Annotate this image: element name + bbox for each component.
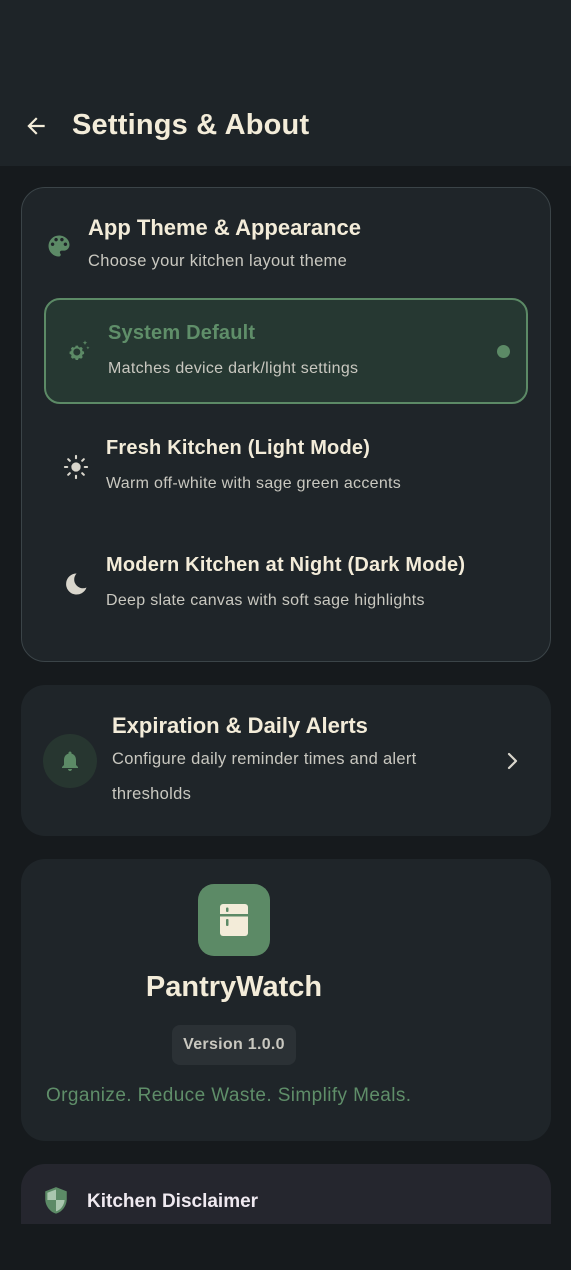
selected-indicator	[497, 345, 510, 358]
chevron-right-icon	[507, 752, 518, 770]
option-subtitle: Deep slate canvas with soft sage highlig…	[106, 592, 425, 609]
disclaimer-card[interactable]: Kitchen Disclaimer	[21, 1164, 551, 1224]
option-title: Modern Kitchen at Night (Dark Mode)	[106, 554, 466, 576]
bell-icon-container	[43, 734, 97, 788]
app-name: PantryWatch	[145, 971, 323, 1003]
alerts-section-subtitle-line2: thresholds	[112, 785, 192, 803]
fridge-icon	[220, 904, 248, 936]
alerts-section-subtitle-line1: Configure daily reminder times and alert	[112, 750, 417, 768]
alerts-section-title: Expiration & Daily Alerts	[112, 713, 368, 738]
settings-auto-icon	[69, 340, 90, 361]
palette-icon	[48, 235, 70, 257]
alerts-card[interactable]: Expiration & Daily Alerts Configure dail…	[21, 685, 551, 836]
option-title: Fresh Kitchen (Light Mode)	[106, 437, 371, 459]
theme-section-title: App Theme & Appearance	[88, 215, 362, 240]
about-card: PantryWatch Version 1.0.0 Organize. Redu…	[21, 859, 551, 1141]
app-tagline: Organize. Reduce Waste. Simplify Meals.	[46, 1085, 412, 1106]
status-bar-area	[0, 0, 571, 90]
moon-icon	[66, 573, 87, 595]
page-title: Settings & About	[72, 109, 310, 141]
option-subtitle: Warm off-white with sage green accents	[106, 475, 402, 492]
top-app-bar: Settings & About	[0, 90, 571, 166]
theme-option-dark-mode[interactable]: Modern Kitchen at Night (Dark Mode) Deep…	[44, 532, 528, 638]
option-title: System Default	[108, 322, 256, 344]
shield-icon	[45, 1187, 67, 1214]
theme-option-light-mode[interactable]: Fresh Kitchen (Light Mode) Warm off-whit…	[44, 415, 528, 521]
option-subtitle: Matches device dark/light settings	[108, 360, 359, 377]
sun-icon	[63, 454, 89, 480]
theme-card: App Theme & Appearance Choose your kitch…	[21, 187, 551, 662]
bell-icon	[62, 751, 78, 771]
arrow-left-icon	[27, 117, 45, 135]
theme-option-system-default[interactable]: System Default Matches device dark/light…	[44, 298, 528, 404]
back-button[interactable]	[20, 110, 52, 142]
version-badge: Version 1.0.0	[172, 1025, 296, 1065]
app-logo	[198, 884, 270, 956]
theme-section-subtitle: Choose your kitchen layout theme	[88, 252, 348, 270]
disclaimer-title: Kitchen Disclaimer	[87, 1191, 259, 1212]
